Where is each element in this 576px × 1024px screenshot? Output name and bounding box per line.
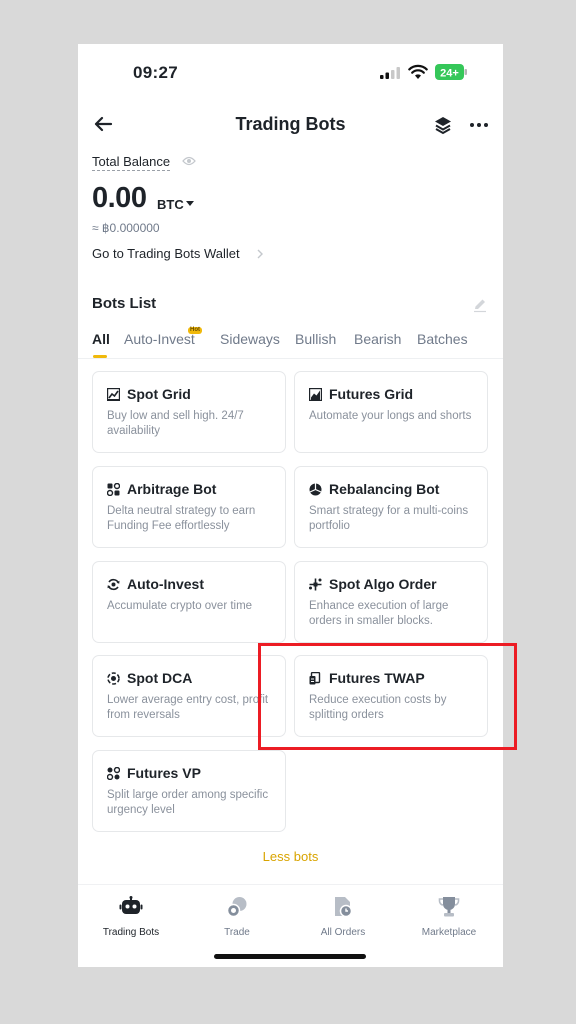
nav-label: Trading Bots: [102, 927, 160, 938]
robot-icon: [119, 896, 143, 914]
less-bots-button[interactable]: Less bots: [78, 849, 503, 864]
balance-value: 0.00: [92, 182, 147, 214]
cellular-signal-icon: [380, 67, 400, 79]
nav-trade[interactable]: Trade: [184, 895, 290, 938]
nav-all-orders[interactable]: All Orders: [290, 895, 396, 938]
chevron-right-icon: [257, 249, 263, 259]
vp-icon: [107, 767, 120, 780]
wallet-link[interactable]: Go to Trading Bots Wallet: [92, 246, 240, 261]
bot-card-title: Spot DCA: [127, 670, 193, 686]
tab-sideways[interactable]: Sideways: [220, 331, 280, 347]
bot-card-desc: Lower average entry cost, profit from re…: [107, 694, 269, 721]
tab-all[interactable]: All: [92, 331, 110, 347]
nav-trading-bots[interactable]: Trading Bots: [78, 895, 184, 938]
nav-label: Marketplace: [421, 927, 477, 938]
arbitrage-icon: [107, 483, 120, 496]
header: Trading Bots: [78, 104, 503, 146]
eye-icon[interactable]: [182, 155, 196, 167]
bot-card-futures-vp[interactable]: Futures VP Split large order among speci…: [92, 750, 286, 832]
more-dots-icon[interactable]: [468, 114, 490, 136]
phone-screen: 09:27 24+ Trading Bots Total Balance 0.0…: [78, 44, 503, 967]
total-balance-label[interactable]: Total Balance: [92, 154, 171, 171]
layers-icon[interactable]: [432, 114, 454, 136]
nav-marketplace[interactable]: Marketplace: [396, 895, 502, 938]
bots-list-title: Bots List: [92, 295, 157, 312]
tab-auto-invest[interactable]: Auto-Invest: [124, 331, 195, 347]
bot-card-title: Rebalancing Bot: [329, 481, 440, 497]
battery-level: 24+: [440, 67, 459, 79]
bot-card-spot-grid[interactable]: Spot Grid Buy low and sell high. 24/7 av…: [92, 371, 286, 453]
wifi-icon: [408, 64, 428, 79]
caret-down-icon[interactable]: [186, 201, 194, 207]
balance-fiat: ≈ ฿0.000000: [92, 221, 160, 235]
bot-card-title: Auto-Invest: [127, 576, 204, 592]
bot-card-desc: Automate your longs and shorts: [309, 410, 472, 422]
bot-card-arbitrage-bot[interactable]: Arbitrage Bot Delta neutral strategy to …: [92, 466, 286, 548]
trade-icon: [226, 897, 247, 918]
highlight-box: [258, 643, 517, 750]
algo-icon: [309, 578, 322, 591]
bot-card-title: Futures Grid: [329, 386, 414, 402]
bot-card-desc: Accumulate crypto over time: [107, 600, 253, 612]
tabs-divider: [78, 358, 503, 359]
dca-icon: [107, 672, 120, 685]
bot-card-desc: Split large order among specific urgency…: [107, 789, 269, 816]
status-bar: 09:27 24+: [78, 44, 503, 100]
battery-icon: 24+: [435, 64, 467, 80]
hot-badge: Hot: [188, 327, 202, 334]
bot-card-spot-dca[interactable]: Spot DCA Lower average entry cost, profi…: [92, 655, 286, 737]
bot-card-title: Spot Grid: [127, 386, 191, 402]
futures-chart-icon: [309, 388, 322, 401]
status-time: 09:27: [133, 63, 178, 82]
trophy-icon: [438, 897, 460, 917]
tab-bearish[interactable]: Bearish: [354, 331, 401, 347]
nav-label: All Orders: [320, 927, 366, 938]
bot-category-tabs: All Auto-Invest Hot Sideways Bullish Bea…: [92, 327, 492, 359]
bot-card-desc: Smart strategy for a multi-coins portfol…: [309, 505, 469, 532]
bot-card-desc: Buy low and sell high. 24/7 availability: [107, 410, 244, 437]
home-indicator: [214, 954, 366, 959]
bot-card-title: Futures VP: [127, 765, 201, 781]
bot-card-title: Spot Algo Order: [329, 576, 437, 592]
tab-batches[interactable]: Batches: [417, 331, 468, 347]
tab-bullish[interactable]: Bullish: [295, 331, 336, 347]
auto-invest-icon: [107, 578, 120, 591]
bot-card-desc: Delta neutral strategy to earn Funding F…: [107, 505, 256, 532]
nav-label: Trade: [224, 927, 250, 938]
bot-card-desc: Enhance execution of large orders in sma…: [309, 600, 449, 627]
pie-icon: [309, 483, 322, 496]
bot-card-title: Arbitrage Bot: [127, 481, 217, 497]
orders-icon: [335, 897, 353, 918]
grid-chart-icon: [107, 388, 120, 401]
bot-card-auto-invest[interactable]: Auto-Invest Accumulate crypto over time: [92, 561, 286, 643]
bot-card-rebalancing-bot[interactable]: Rebalancing Bot Smart strategy for a mul…: [294, 466, 488, 548]
edit-icon[interactable]: [472, 297, 488, 313]
bot-card-spot-algo-order[interactable]: Spot Algo Order Enhance execution of lar…: [294, 561, 488, 643]
bot-card-futures-grid[interactable]: Futures Grid Automate your longs and sho…: [294, 371, 488, 453]
balance-unit[interactable]: BTC: [157, 197, 184, 212]
